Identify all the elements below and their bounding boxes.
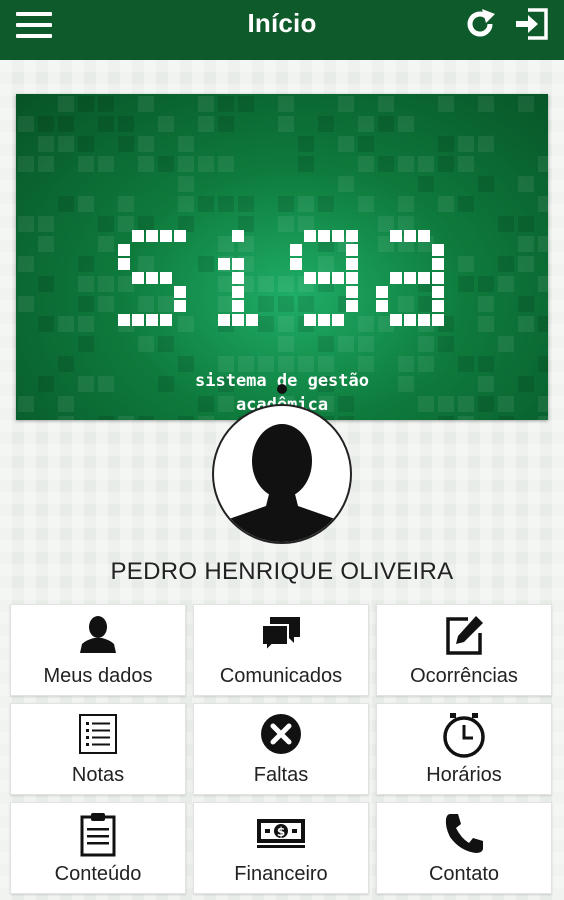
person-icon (11, 613, 185, 657)
refresh-icon[interactable] (462, 6, 498, 42)
clipboard-icon (11, 811, 185, 857)
sign-out-icon[interactable] (512, 6, 552, 42)
close-circle-icon (194, 712, 368, 756)
conteudo-tile[interactable]: Conteúdo (10, 802, 186, 894)
avatar-pin (277, 384, 287, 394)
financeiro-tile[interactable]: $ Financeiro (193, 802, 369, 894)
notas-tile[interactable]: Notas (10, 703, 186, 795)
svg-text:$: $ (277, 825, 285, 839)
money-bill-icon: $ (194, 811, 368, 855)
tile-label: Ocorrências (410, 665, 518, 687)
clock-icon (377, 712, 551, 758)
tile-label: Conteúdo (54, 863, 142, 885)
comunicados-tile[interactable]: Comunicados (193, 604, 369, 696)
user-silhouette-icon[interactable] (212, 404, 352, 544)
tile-label: Contato (428, 863, 500, 885)
tile-label: Horários (426, 764, 502, 786)
horarios-tile[interactable]: Horários (376, 703, 552, 795)
tile-label: Comunicados (219, 665, 343, 687)
list-icon (11, 712, 185, 756)
siga-banner: sistema de gestão acadêmica (16, 94, 548, 420)
ocorrencias-tile[interactable]: Ocorrências (376, 604, 552, 696)
meus-dados-tile[interactable]: Meus dados (10, 604, 186, 696)
faltas-tile[interactable]: Faltas (193, 703, 369, 795)
tile-label: Faltas (253, 764, 309, 786)
app-bar: Início (0, 0, 564, 60)
tile-label: Financeiro (234, 863, 328, 885)
edit-note-icon (377, 613, 551, 657)
chat-bubbles-icon (194, 613, 368, 657)
tile-label: Meus dados (43, 665, 153, 687)
tile-label: Notas (71, 764, 125, 786)
user-name: PEDRO HENRIQUE OLIVEIRA (110, 558, 454, 585)
phone-icon (377, 811, 551, 855)
contato-tile[interactable]: Contato (376, 802, 552, 894)
